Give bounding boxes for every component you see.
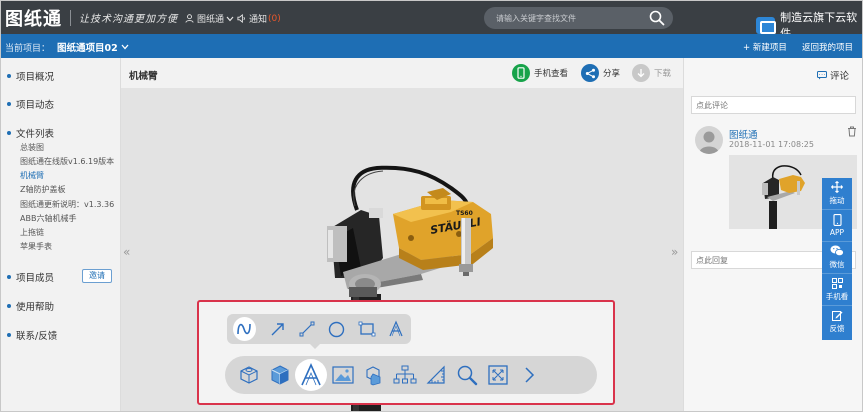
cube-view-icon[interactable]	[264, 361, 295, 389]
qr-code-icon	[831, 277, 843, 289]
download-label: 下载	[654, 69, 672, 79]
notification-label: 通知	[249, 15, 268, 25]
file-item-active[interactable]: 机械臂	[20, 170, 44, 181]
invite-button[interactable]: 邀请	[82, 269, 112, 283]
nav-contact-feedback[interactable]: 联系/反馈	[7, 328, 57, 342]
file-item[interactable]: Z轴防护盖板	[20, 184, 65, 195]
file-item[interactable]: 上拖链	[20, 227, 44, 238]
share-button[interactable]: 分享	[581, 64, 620, 82]
project-selector[interactable]: 图纸通项目02	[57, 40, 129, 54]
share-icon	[581, 64, 599, 82]
explode-icon[interactable]	[358, 361, 389, 389]
fit-icon[interactable]	[482, 361, 513, 389]
file-item[interactable]: 图纸通更新说明：v1.3.36	[20, 199, 114, 210]
comment-input[interactable]	[691, 96, 856, 114]
project-name: 图纸通项目02	[57, 43, 118, 54]
viewer-tools-row	[225, 356, 597, 394]
file-item[interactable]: 总装图	[20, 142, 44, 153]
feedback-button[interactable]: 反馈	[822, 306, 852, 338]
app-button[interactable]: APP	[822, 210, 852, 242]
move-icon	[831, 181, 843, 193]
nav-project-members[interactable]: 项目成员	[7, 270, 54, 284]
next-icon[interactable]	[513, 361, 544, 389]
file-item[interactable]: 图纸通在线版v1.6.19版本	[20, 156, 114, 167]
trash-icon[interactable]	[847, 126, 857, 137]
nav-file-list[interactable]: 文件列表	[7, 126, 54, 140]
avatar	[695, 126, 723, 154]
nav-project-overview[interactable]: 项目概况	[7, 69, 54, 83]
project-bar: 当前项目： 图纸通项目02 + 新建项目 返回我的项目	[1, 34, 862, 58]
app-label: APP	[829, 228, 845, 237]
comment-icon	[817, 70, 827, 79]
chevron-down-icon	[226, 16, 234, 21]
back-to-projects-link[interactable]: 返回我的项目	[802, 41, 853, 53]
user-menu[interactable]: 图纸通	[185, 12, 237, 25]
chevron-down-icon	[121, 44, 129, 50]
line-icon[interactable]	[293, 316, 323, 342]
user-icon	[185, 14, 194, 23]
arrow-icon[interactable]	[263, 316, 293, 342]
popover-pointer	[309, 343, 321, 349]
comments-tab[interactable]: 评论	[817, 68, 849, 82]
freehand-icon[interactable]	[233, 317, 256, 341]
file-item[interactable]: ABB六轴机械手	[20, 213, 76, 224]
phone-icon	[832, 214, 842, 226]
nav-project-activity[interactable]: 项目动态	[7, 97, 54, 111]
mobile-view-side-button[interactable]: 手机看	[822, 274, 852, 306]
annotate-text-icon[interactable]	[295, 359, 327, 391]
notification-count: (0)	[268, 13, 281, 24]
feedback-label: 反馈	[829, 324, 845, 333]
comment-author[interactable]: 图纸通	[729, 127, 758, 141]
logo-divider	[70, 9, 71, 26]
new-project-button[interactable]: + 新建项目	[743, 41, 787, 53]
text-icon[interactable]	[381, 316, 411, 342]
file-title: 机械臂	[129, 71, 158, 82]
app-window: 图纸通 让技术沟通更加方便 图纸通 通知 (0) 制造云旗下云软件 当前项目： …	[0, 0, 863, 412]
zoom-icon[interactable]	[451, 361, 482, 389]
mobile-view-button[interactable]: 手机查看	[512, 64, 568, 82]
wechat-label: 微信	[829, 260, 845, 269]
main-header: 机械臂 手机查看 分享 下载	[121, 58, 683, 88]
slogan: 让技术沟通更加方便	[79, 14, 178, 25]
comments-tab-label: 评论	[830, 71, 850, 82]
drag-button[interactable]: 拖动	[822, 178, 852, 210]
annotation-toolbar-panel	[197, 300, 615, 405]
rectangle-icon[interactable]	[352, 316, 382, 342]
markup-tools-row	[227, 314, 411, 344]
search-input[interactable]	[496, 10, 646, 26]
brand-logo-icon	[756, 16, 777, 34]
image-icon[interactable]	[327, 361, 358, 389]
download-icon	[632, 64, 650, 82]
iso-view-icon[interactable]	[233, 361, 264, 389]
file-item[interactable]: 苹果手表	[20, 241, 52, 252]
current-project-label: 当前项目：	[5, 44, 51, 54]
mobile-view-label: 手机查看	[534, 69, 569, 79]
tree-icon[interactable]	[389, 361, 420, 389]
comment-timestamp: 2018-11-01 17:08:25	[729, 140, 814, 149]
nav-help[interactable]: 使用帮助	[7, 299, 54, 313]
wechat-icon	[830, 245, 844, 257]
floating-sidebar: 拖动 APP 微信 手机看 反馈	[822, 178, 852, 340]
wechat-button[interactable]: 微信	[822, 242, 852, 274]
download-button[interactable]: 下载	[632, 64, 671, 82]
edit-icon	[831, 311, 842, 321]
measure-icon[interactable]	[420, 361, 451, 389]
search-icon[interactable]	[649, 10, 665, 26]
drag-label: 拖动	[829, 196, 845, 205]
phone-icon	[512, 64, 530, 82]
circle-icon[interactable]	[322, 316, 352, 342]
model-code-label: TS60	[456, 210, 473, 217]
notification-link[interactable]: 通知 (0)	[237, 12, 281, 25]
search-box	[484, 7, 673, 29]
logo[interactable]: 图纸通 让技术沟通更加方便	[5, 7, 178, 30]
share-label: 分享	[603, 69, 621, 79]
user-name: 图纸通	[197, 15, 225, 25]
top-bar: 图纸通 让技术沟通更加方便 图纸通 通知 (0) 制造云旗下云软件	[1, 1, 862, 40]
mobile-view-side-label: 手机看	[825, 291, 849, 301]
logo-text: 图纸通	[5, 8, 62, 30]
speaker-icon	[237, 14, 245, 23]
sidebar: 项目概况 项目动态 文件列表 总装图 图纸通在线版v1.6.19版本 机械臂 Z…	[1, 58, 121, 411]
